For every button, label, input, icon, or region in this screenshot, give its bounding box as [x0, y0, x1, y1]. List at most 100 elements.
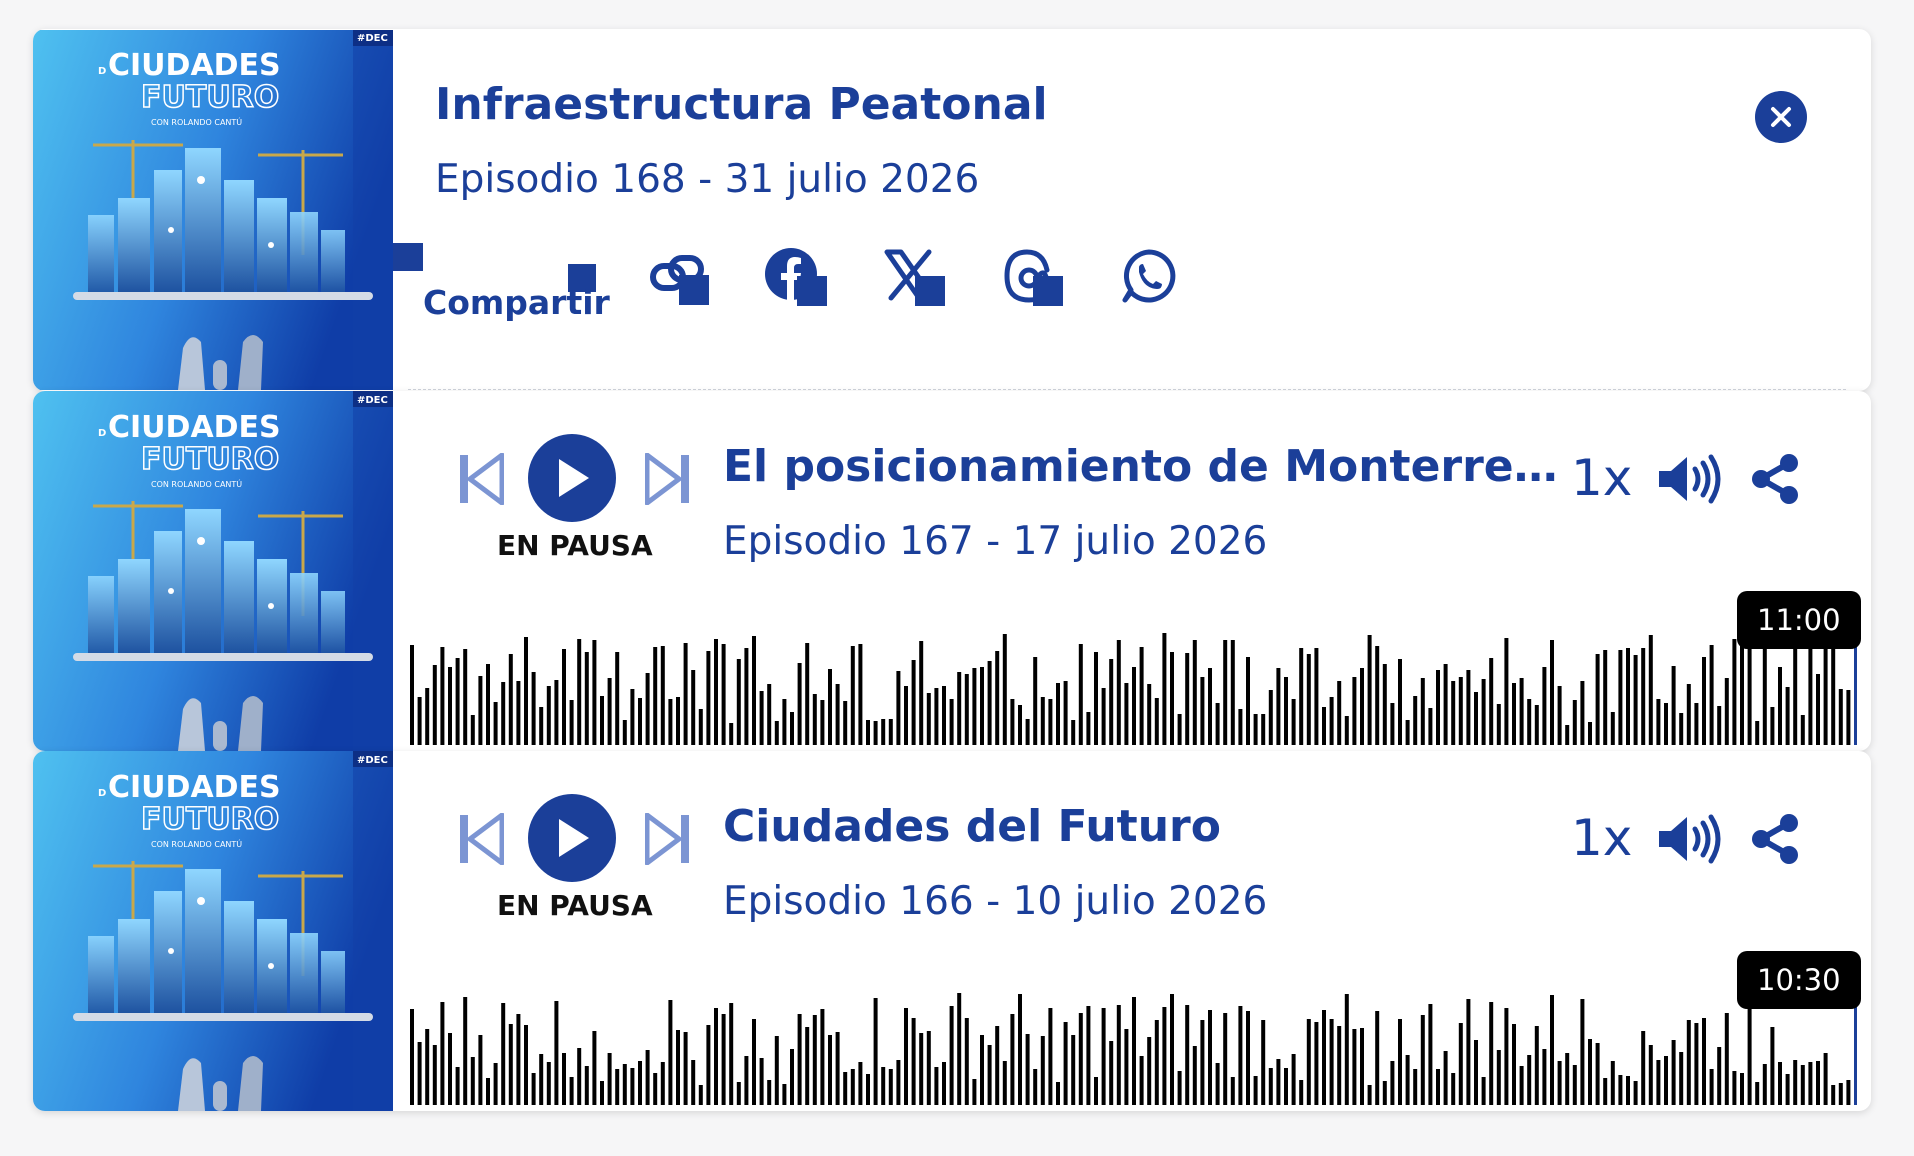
playback-speed-button[interactable]: 1x: [1571, 809, 1632, 867]
waveform-bar: [1405, 1055, 1410, 1105]
waveform-bar: [820, 700, 825, 745]
waveform-bar: [1808, 635, 1813, 745]
play-button[interactable]: [528, 434, 616, 522]
close-button[interactable]: [1755, 91, 1807, 143]
waveform-bar: [759, 1058, 764, 1105]
cover-host: CON ROLANDO CANTÚ: [151, 838, 242, 849]
waveform-bar: [1078, 1013, 1083, 1105]
waveform-bar: [1717, 706, 1722, 745]
volume-button[interactable]: [1657, 813, 1721, 869]
skip-previous-icon: [460, 813, 504, 865]
waveform-bar: [964, 1018, 969, 1105]
waveform-bar: [653, 647, 658, 745]
whatsapp-share-button[interactable]: [1117, 244, 1181, 308]
cover-prefix: D: [98, 428, 106, 439]
waveform-bar: [1595, 1043, 1600, 1105]
threads-share-button[interactable]: [999, 244, 1063, 308]
episode-title[interactable]: Ciudades del Futuro: [723, 801, 1583, 852]
waveform-bar: [1618, 1075, 1623, 1105]
waveform-bar: [835, 1032, 840, 1105]
waveform-bar: [1261, 714, 1266, 745]
waveform-bar: [1071, 1035, 1076, 1105]
waveform-bar: [1413, 696, 1418, 745]
share-button[interactable]: [1749, 813, 1801, 869]
previous-button[interactable]: [460, 453, 504, 505]
volume-icon: [1659, 814, 1721, 864]
waveform-bar: [1040, 1036, 1045, 1105]
waveform-bar: [1800, 1065, 1805, 1105]
waveform-bar: [752, 1019, 756, 1105]
next-button[interactable]: [645, 813, 689, 865]
episode-subtitle: Episodio 168 - 31 julio 2026: [435, 157, 980, 202]
waveform-bar: [752, 636, 756, 745]
waveform-bar: [1253, 1076, 1258, 1105]
playback-speed-button[interactable]: 1x: [1571, 449, 1632, 507]
waveform-bar: [1177, 714, 1182, 745]
episode-title[interactable]: El posicionamiento de Monterrey ...: [723, 441, 1583, 492]
waveform-bar: [1284, 677, 1288, 745]
audio-waveform[interactable]: [408, 627, 1858, 745]
waveform-bar: [904, 1008, 908, 1105]
waveform-bar: [1709, 645, 1714, 745]
waveform-bar: [1709, 1069, 1714, 1105]
waveform-bar: [660, 646, 665, 745]
waveform-bar: [1230, 1077, 1235, 1105]
waveform-bar: [1132, 667, 1136, 745]
waveform-bar: [1040, 697, 1045, 745]
waveform-bar: [1443, 1051, 1448, 1105]
waveform-bar: [1223, 640, 1228, 745]
waveform-bar: [1246, 657, 1250, 745]
waveform-bar: [1770, 707, 1775, 745]
waveform-bar: [592, 640, 597, 745]
audio-waveform[interactable]: [408, 987, 1858, 1105]
share-label: Compartir: [423, 283, 610, 322]
waveform-bar: [1679, 713, 1684, 745]
waveform-bar: [1732, 1071, 1737, 1105]
waveform-bar: [1466, 999, 1471, 1105]
waveform-bar: [1740, 638, 1744, 745]
waveform-bar: [1481, 679, 1486, 745]
waveform-bar: [486, 664, 490, 745]
waveform-bar: [493, 1063, 498, 1105]
copy-link-button[interactable]: [645, 244, 709, 308]
waveform-bar: [1588, 722, 1592, 745]
waveform-bar: [1694, 703, 1699, 745]
waveform-bar: [835, 684, 840, 745]
next-button[interactable]: [645, 453, 689, 505]
share-icon: [1752, 454, 1798, 504]
waveform-bar: [729, 1003, 734, 1105]
waveform-bar: [683, 643, 688, 745]
waveform-bar: [1139, 647, 1144, 745]
facebook-share-button[interactable]: [763, 244, 827, 308]
waveform-bar: [1382, 664, 1387, 745]
waveform-bar: [828, 669, 832, 745]
waveform-bar: [767, 684, 772, 745]
waveform-bar: [1306, 654, 1311, 745]
waveform-bar: [828, 1035, 832, 1105]
volume-button[interactable]: [1657, 453, 1721, 509]
skip-previous-icon: [460, 453, 504, 505]
waveform-bar: [1702, 657, 1706, 745]
waveform-bar: [539, 707, 544, 745]
waveform-bar: [1732, 639, 1737, 745]
x-share-button[interactable]: [881, 244, 945, 308]
waveform-bar: [706, 1025, 711, 1105]
waveform-bar: [934, 1067, 939, 1105]
waveform-bar: [987, 661, 992, 745]
cover-tag: #DEC: [357, 755, 388, 766]
waveform-bar: [1162, 1007, 1167, 1105]
waveform-bar: [995, 1026, 1000, 1105]
waveform-bar: [600, 696, 604, 745]
previous-button[interactable]: [460, 813, 504, 865]
waveform-bar: [888, 1069, 893, 1105]
waveform-bar: [1702, 1018, 1706, 1105]
play-button[interactable]: [528, 794, 616, 882]
waveform-bar: [1641, 648, 1646, 745]
share-marker-left: [393, 243, 423, 271]
cover-title-line1: CIUDADES: [108, 770, 281, 805]
share-button[interactable]: [1749, 453, 1801, 509]
waveform-bar: [1565, 725, 1570, 745]
waveform-bar: [980, 667, 984, 745]
waveform-bar: [1322, 1010, 1326, 1105]
waveform-bar: [1360, 1028, 1364, 1105]
